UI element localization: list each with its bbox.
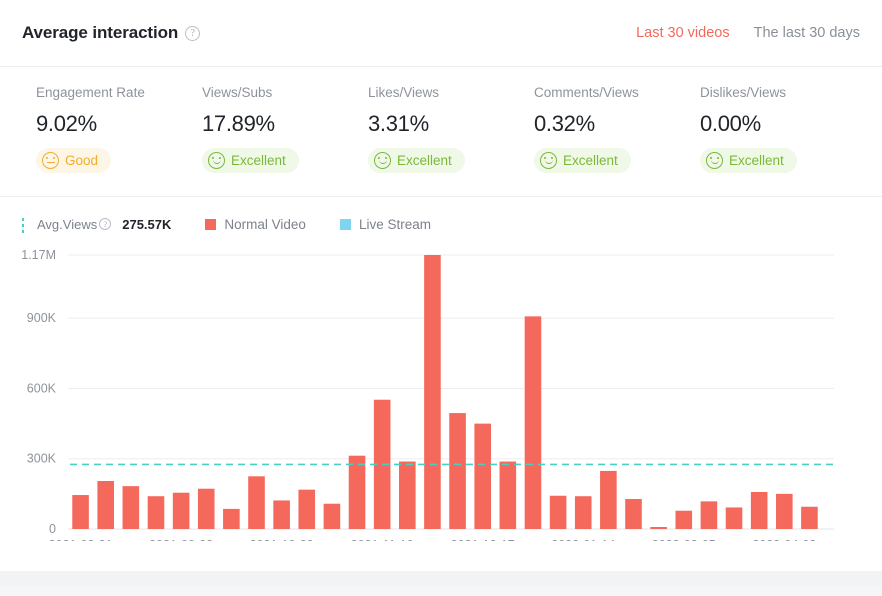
x-axis-tick-label: 2022-01-14 (551, 538, 615, 541)
y-axis-tick-label: 1.17M (21, 248, 56, 262)
bar-normal-video[interactable] (500, 462, 517, 529)
stat-dislikes-views: Dislikes/Views 0.00% Excellent (700, 85, 866, 174)
title-group: Average interaction ? (22, 23, 200, 43)
badge-label: Good (65, 153, 98, 168)
stat-label: Comments/Views (534, 85, 700, 100)
tab-last-30-days[interactable]: The last 30 days (754, 25, 860, 41)
legend-average-views[interactable]: Avg.Views ? 275.57K (22, 217, 171, 232)
stat-value: 0.00% (700, 111, 866, 137)
bar-normal-video[interactable] (474, 424, 491, 529)
stat-likes-views: Likes/Views 3.31% Excellent (368, 85, 534, 174)
bar-normal-video[interactable] (223, 509, 240, 529)
card-header: Average interaction ? Last 30 videos The… (0, 0, 882, 67)
y-axis-tick-label: 600K (27, 381, 57, 395)
x-axis-tick-label: 2022-03-05 (652, 538, 716, 541)
legend-swatch-normal-video (205, 219, 216, 230)
bar-normal-video[interactable] (148, 496, 165, 529)
bar-normal-video[interactable] (72, 495, 89, 529)
bar-normal-video[interactable] (776, 494, 793, 529)
bar-normal-video[interactable] (550, 496, 567, 529)
legend-item-live-stream[interactable]: Live Stream (340, 217, 431, 232)
bar-normal-video[interactable] (625, 499, 642, 529)
bar-normal-video[interactable] (751, 492, 768, 529)
bar-normal-video[interactable] (701, 501, 718, 529)
bar-normal-video[interactable] (349, 456, 366, 529)
status-badge: Excellent (534, 148, 631, 173)
x-axis-tick-label: 2021-09-23 (149, 538, 213, 541)
bar-normal-video[interactable] (525, 316, 542, 529)
smiley-face-icon (706, 152, 723, 169)
bar-normal-video[interactable] (650, 527, 667, 529)
bar-normal-video[interactable] (324, 504, 341, 529)
badge-label: Excellent (397, 153, 452, 168)
question-circle-icon[interactable]: ? (99, 218, 111, 230)
bar-normal-video[interactable] (575, 496, 592, 529)
y-axis-tick-label: 300K (27, 452, 57, 466)
page-title: Average interaction (22, 23, 178, 43)
bar-chart[interactable]: 0 300K 600K 900K 1.17M 2021-08-21 2021-09-23 20… (0, 241, 882, 541)
bar-normal-video[interactable] (399, 462, 416, 529)
page-background (0, 571, 882, 586)
legend-swatch-live-stream (340, 219, 351, 230)
chart-block: Avg.Views ? 275.57K Normal Video Live St… (0, 197, 882, 541)
bar-normal-video[interactable] (173, 493, 190, 529)
stat-value: 17.89% (202, 111, 368, 137)
stat-value: 0.32% (534, 111, 700, 137)
bar-normal-video[interactable] (273, 500, 290, 529)
x-axis-tick-label: 2021-12-17 (451, 538, 515, 541)
stat-value: 3.31% (368, 111, 534, 137)
legend-item-normal-video[interactable]: Normal Video (205, 217, 306, 232)
status-badge: Good (36, 148, 111, 173)
chart-legend: Avg.Views ? 275.57K Normal Video Live St… (0, 213, 882, 235)
badge-label: Excellent (563, 153, 618, 168)
stat-value: 9.02% (36, 111, 202, 137)
stat-label: Engagement Rate (36, 85, 202, 100)
smiley-face-icon (374, 152, 391, 169)
bar-normal-video[interactable] (298, 490, 315, 529)
stat-label: Likes/Views (368, 85, 534, 100)
bar-normal-video[interactable] (449, 413, 466, 529)
legend-average-label: Avg.Views (37, 217, 97, 232)
bar-normal-video[interactable] (424, 255, 441, 529)
stat-label: Views/Subs (202, 85, 368, 100)
bar-normal-video[interactable] (248, 476, 265, 529)
stat-comments-views: Comments/Views 0.32% Excellent (534, 85, 700, 174)
bar-normal-video[interactable] (600, 471, 617, 529)
badge-label: Excellent (231, 153, 286, 168)
status-badge: Excellent (368, 148, 465, 173)
y-axis-tick-label: 0 (49, 522, 56, 536)
status-badge: Excellent (202, 148, 299, 173)
bar-normal-video[interactable] (123, 486, 140, 529)
stats-row: Engagement Rate 9.02% Good Views/Subs 17… (0, 67, 882, 197)
x-axis-tick-label: 2021-11-19 (351, 538, 414, 541)
smiley-face-icon (208, 152, 225, 169)
x-axis-tick-label: 2022-04-08 (752, 538, 816, 541)
range-tabs: Last 30 videos The last 30 days (636, 25, 860, 41)
smiley-face-icon (540, 152, 557, 169)
card-footer-space (0, 541, 882, 571)
stat-engagement-rate: Engagement Rate 9.02% Good (36, 85, 202, 174)
bar-normal-video[interactable] (97, 481, 114, 529)
bar-normal-video[interactable] (675, 511, 692, 529)
bar-normal-video[interactable] (726, 507, 743, 529)
bar-normal-video[interactable] (198, 489, 215, 529)
y-axis-tick-label: 900K (27, 311, 57, 325)
legend-label: Live Stream (359, 217, 431, 232)
status-badge: Excellent (700, 148, 797, 173)
badge-label: Excellent (729, 153, 784, 168)
legend-average-value: 275.57K (122, 217, 171, 232)
legend-label: Normal Video (224, 217, 306, 232)
average-interaction-card: Average interaction ? Last 30 videos The… (0, 0, 882, 571)
question-circle-icon[interactable]: ? (185, 26, 200, 41)
x-axis-tick-label: 2021-10-22 (250, 538, 314, 541)
bar-normal-video[interactable] (801, 507, 818, 529)
tab-last-30-videos[interactable]: Last 30 videos (636, 25, 730, 41)
bar-chart-canvas: 0 300K 600K 900K 1.17M 2021-08-21 2021-09-23 20… (0, 241, 882, 541)
stat-label: Dislikes/Views (700, 85, 866, 100)
neutral-face-icon (42, 152, 59, 169)
stat-views-subs: Views/Subs 17.89% Excellent (202, 85, 368, 174)
x-axis-tick-label: 2021-08-21 (49, 538, 113, 541)
